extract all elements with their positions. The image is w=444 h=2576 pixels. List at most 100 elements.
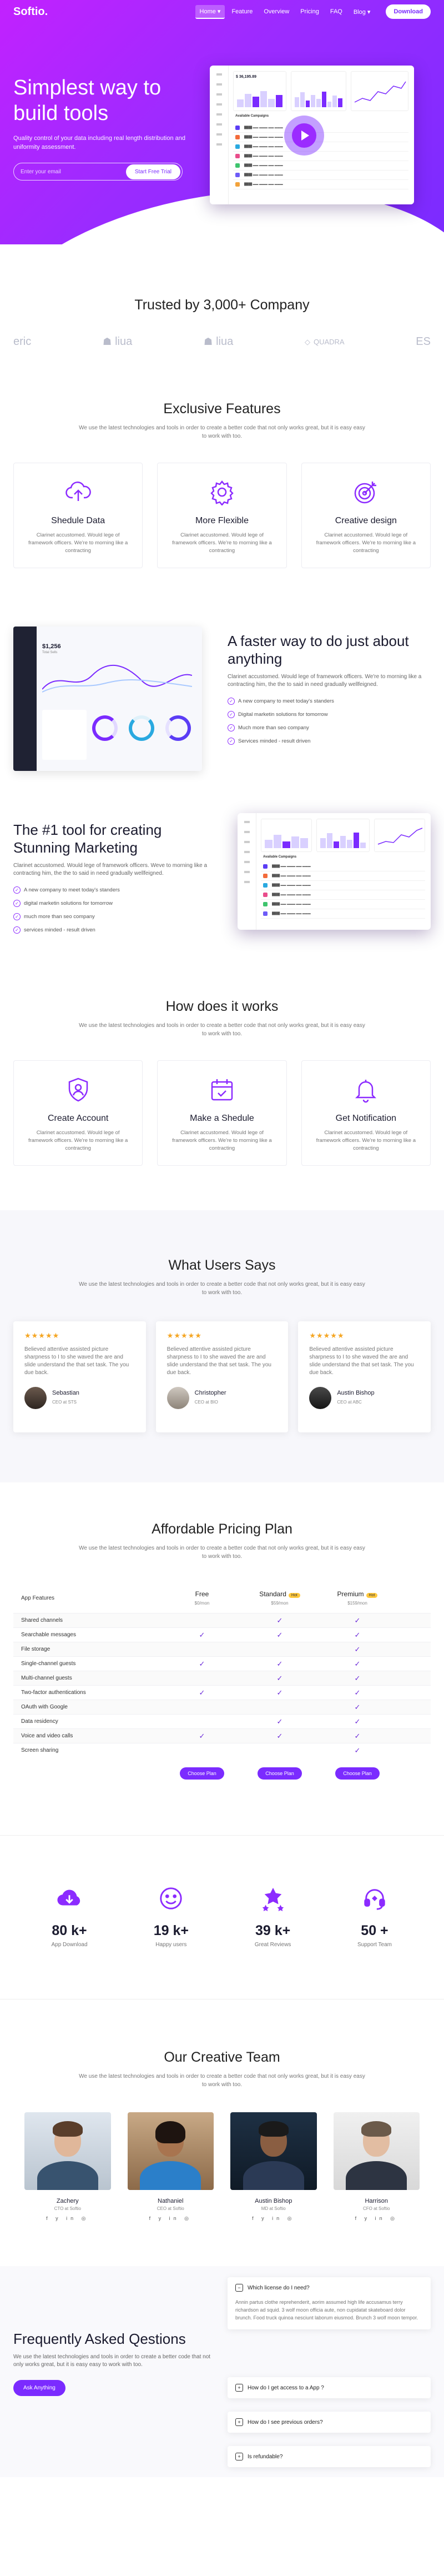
- play-video-button[interactable]: [284, 116, 324, 156]
- nav-blog[interactable]: Blog ▾: [349, 6, 375, 18]
- company-logo: eric: [13, 335, 32, 348]
- feature-text: Clarinet accustomed. Would lege of frame…: [316, 532, 416, 554]
- trusted-section: Trusted by 3,000+ Company eric ☗ liua ☗ li…: [0, 244, 444, 348]
- feature-card: Creative design Clarinet accustomed. Wou…: [301, 463, 431, 568]
- play-icon: [292, 123, 316, 148]
- check-item: ✓ digital marketin solutions for tomorrow: [13, 900, 208, 907]
- nav-faq[interactable]: FAQ: [326, 6, 347, 18]
- tool-title: The #1 tool for creating Stunning Market…: [13, 821, 162, 856]
- company-logo: ◇ QUADRA: [304, 337, 345, 347]
- plus-icon: +: [235, 2384, 243, 2392]
- top-navigation: Softio. Home ▾ Feature Overview Pricing …: [0, 0, 444, 23]
- faq-item[interactable]: + How do I get access to a App ?: [228, 2377, 431, 2398]
- nav-overview[interactable]: Overview: [259, 6, 294, 18]
- stats-list: 80 k+ App Download 19 k+ Happy users 39 …: [0, 1886, 444, 1949]
- quadra-logo-icon: ◇: [304, 337, 310, 346]
- stat-label: App Download: [51, 1942, 88, 1948]
- avatar: [309, 1387, 332, 1409]
- liua-logo-icon: ☗: [102, 336, 112, 347]
- social-icons[interactable]: f y in ◎: [24, 2216, 111, 2222]
- choose-premium-plan-button[interactable]: Choose Plan: [335, 1767, 380, 1780]
- check-icon: ✓: [354, 1616, 361, 1625]
- faq-question: How do I see previous orders?: [248, 2419, 323, 2425]
- bell-icon: [355, 1080, 377, 1103]
- author-name: Christopher: [194, 1390, 226, 1396]
- rating-stars-icon: ★★★★★: [24, 1331, 60, 1340]
- step-text: Clarinet accustomed. Would lege of frame…: [28, 1130, 128, 1151]
- feature-name: Searchable messages: [21, 1632, 76, 1638]
- headset-icon: [364, 1889, 385, 1910]
- pricing-feature-row: File storage ✓: [13, 1642, 431, 1656]
- step-title: Make a Shedule: [190, 1114, 254, 1123]
- pricing-feature-row: OAuth with Google ✓: [13, 1700, 431, 1714]
- nav-pricing[interactable]: Pricing: [296, 6, 324, 18]
- nav-home[interactable]: Home ▾: [195, 4, 225, 19]
- testimonial-author: Austin Bishop CEO at ABC: [309, 1387, 420, 1409]
- campaigns-title: Available Campaigns: [235, 114, 269, 118]
- company-logo: ES: [416, 335, 431, 348]
- check-icon: ✓: [276, 1659, 283, 1668]
- cloud-upload-icon: [65, 482, 91, 501]
- faq-item-open[interactable]: − Which license do I need? Annin partus c…: [228, 2277, 431, 2329]
- download-button[interactable]: Download: [386, 4, 431, 19]
- step-text: Clarinet accustomed. Would lege of frame…: [316, 1130, 416, 1151]
- step-card: Make a Shedule Clarinet accustomed. Woul…: [157, 1060, 287, 1166]
- feature-text: Clarinet accustomed. Would lege of frame…: [172, 532, 272, 554]
- feature-name: Voice and video calls: [21, 1733, 73, 1739]
- avatar: [167, 1387, 189, 1409]
- check-icon: ✓: [276, 1717, 283, 1726]
- tool-checklist: ✓ A new company to meet today's standers …: [13, 886, 208, 934]
- faq-answer: Annin partus clothe reprehenderit, aorim…: [235, 2299, 418, 2321]
- author-name: Austin Bishop: [337, 1390, 375, 1396]
- check-icon: ✓: [199, 1659, 205, 1668]
- check-icon: ✓: [354, 1688, 361, 1697]
- features-list: Shedule Data Clarinet accustomed. Would …: [0, 463, 444, 568]
- choose-standard-plan-button[interactable]: Choose Plan: [258, 1767, 302, 1780]
- faq-item[interactable]: + Is refundable?: [228, 2446, 431, 2467]
- stat-item: 80 k+ App Download: [33, 1886, 105, 1949]
- check-icon: ✓: [13, 886, 21, 894]
- feature-text: Clarinet accustomed. Would lege of frame…: [28, 532, 128, 554]
- faq-item[interactable]: + How do I see previous orders?: [228, 2412, 431, 2433]
- dashboard-sidebar: [210, 66, 229, 204]
- faq-section: Frequently Asked Qestions We use the lat…: [0, 2266, 444, 2477]
- tool-section: The #1 tool for creating Stunning Market…: [0, 804, 444, 976]
- step-title: Create Account: [47, 1114, 109, 1123]
- pricing-feature-row: Voice and video calls ✓ ✓ ✓: [13, 1728, 431, 1743]
- social-icons[interactable]: f y in ◎: [334, 2216, 420, 2222]
- features-subtitle: We use the latest technologies and tools…: [79, 425, 365, 439]
- team-member-card: Zachery CTO at Softio f y in ◎: [24, 2112, 111, 2222]
- pricing-header-row: App Features Free $0/mon Standard Hot $59/m…: [13, 1583, 431, 1613]
- feature-name: Single-channel guests: [21, 1661, 76, 1667]
- how-section: How does it works We use the latest tech…: [0, 976, 444, 1166]
- step-card: Get Notification Clarinet accustomed. Wo…: [301, 1060, 431, 1166]
- team-subtitle: We use the latest technologies and tools…: [79, 2073, 365, 2088]
- testimonials-subtitle: We use the latest technologies and tools…: [79, 1281, 365, 1296]
- social-icons[interactable]: f y in ◎: [230, 2216, 317, 2222]
- nav-feature[interactable]: Feature: [227, 6, 257, 18]
- pricing-features-header: App Features: [21, 1595, 55, 1601]
- ask-anything-button[interactable]: Ask Anything: [13, 2380, 65, 2396]
- hero-text: Quality control of your data including r…: [13, 135, 186, 151]
- member-role: CTO at Softio: [54, 2206, 81, 2211]
- pricing-feature-row: Searchable messages ✓ ✓ ✓: [13, 1627, 431, 1642]
- hero-title: Simplest way to build tools: [13, 76, 162, 125]
- start-trial-button[interactable]: Start Free Trial: [125, 164, 180, 179]
- team-section: Our Creative Team We use the latest tech…: [0, 1999, 444, 2222]
- dashboard-balance-card: $ 36,195.89: [233, 71, 286, 111]
- testimonial-card: ★★★★★ Believed attentive assisted pictur…: [13, 1321, 146, 1432]
- target-icon: [355, 482, 377, 504]
- feature-name: OAuth with Google: [21, 1704, 68, 1710]
- feature-title: Creative design: [335, 516, 397, 525]
- check-icon: ✓: [276, 1731, 283, 1740]
- social-icons[interactable]: f y in ◎: [128, 2216, 214, 2222]
- choose-free-plan-button[interactable]: Choose Plan: [180, 1767, 224, 1780]
- check-icon: ✓: [354, 1702, 361, 1711]
- choose-plan-row: Choose Plan Choose Plan Choose Plan: [13, 1767, 431, 1780]
- liua-logo-icon: ☗: [203, 336, 213, 347]
- step-title: Get Notification: [335, 1114, 397, 1123]
- step-card: Create Account Clarinet accustomed. Woul…: [13, 1060, 143, 1166]
- logo[interactable]: Softio.: [13, 6, 48, 18]
- hero-content: Simplest way to build tools Quality cont…: [13, 75, 196, 181]
- email-input[interactable]: Enter your email: [21, 169, 126, 175]
